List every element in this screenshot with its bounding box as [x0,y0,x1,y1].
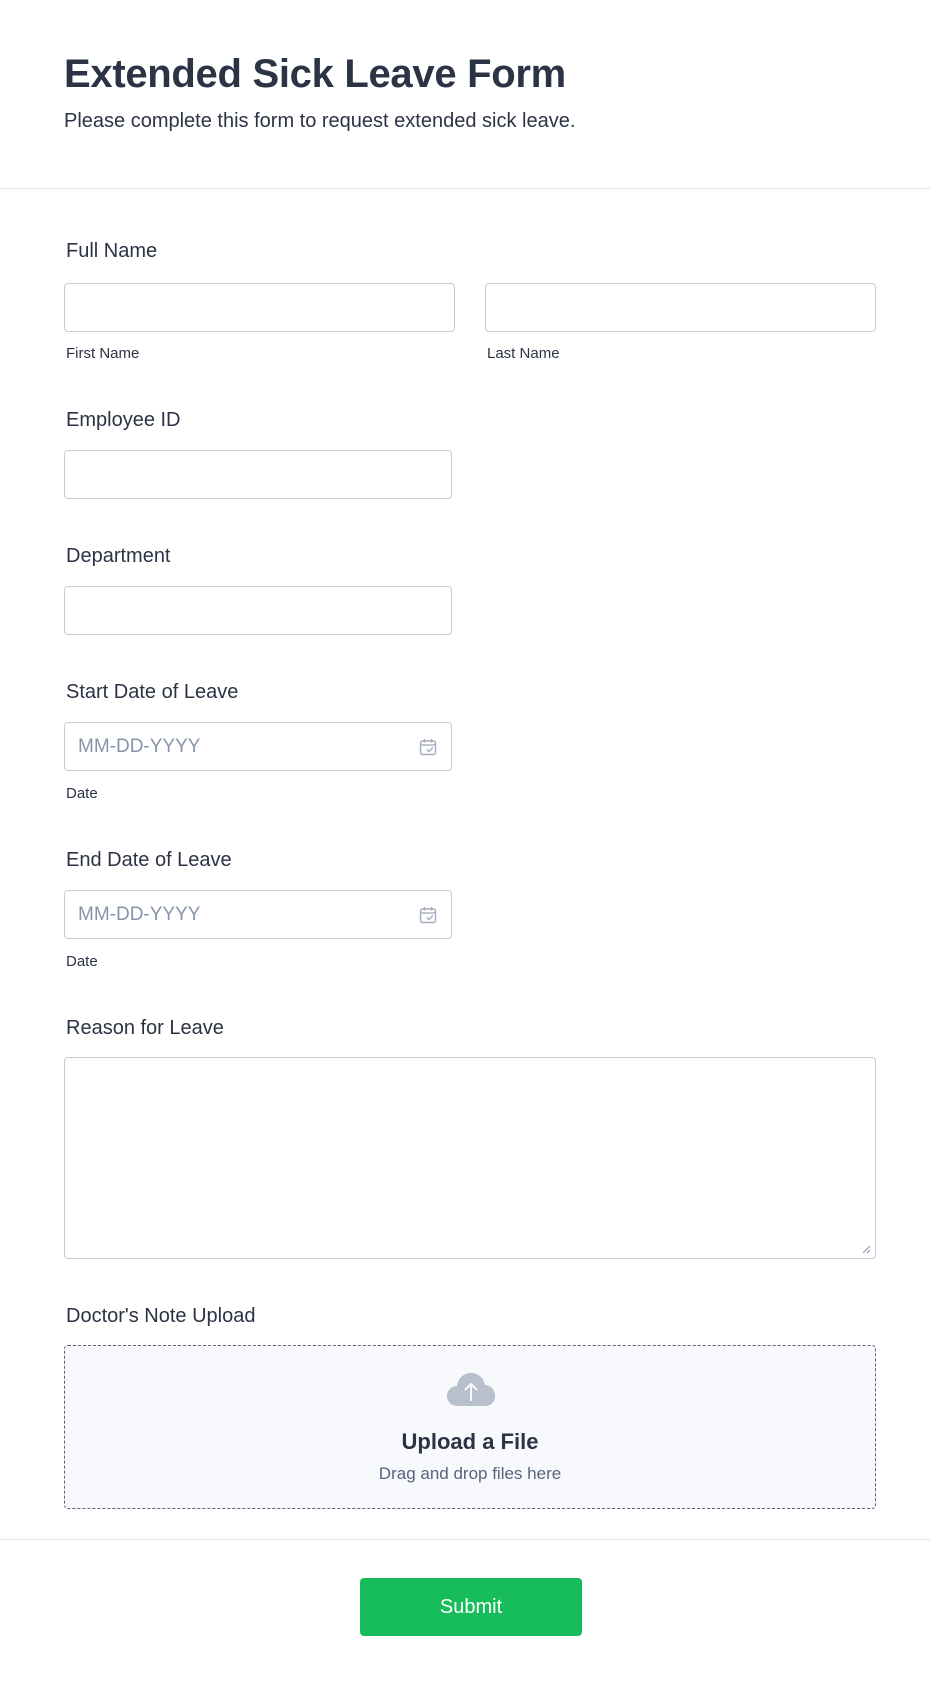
employee-id-input[interactable] [64,450,452,499]
full-name-label: Full Name [66,240,158,262]
file-upload-dropzone[interactable]: Upload a File Drag and drop files here [64,1345,876,1509]
reason-textarea[interactable] [64,1057,876,1259]
doctors-note-label: Doctor's Note Upload [66,1305,256,1327]
calendar-icon[interactable] [419,738,437,756]
last-name-input[interactable] [485,283,876,332]
employee-id-label: Employee ID [66,409,181,431]
start-date-sublabel: Date [66,785,98,802]
page-title: Extended Sick Leave Form [64,52,566,96]
upload-title: Upload a File [401,1429,539,1454]
calendar-icon[interactable] [419,906,437,924]
reason-label: Reason for Leave [66,1017,224,1039]
footer-divider [0,1539,930,1540]
start-date-label: Start Date of Leave [66,681,239,703]
end-date-placeholder: MM-DD-YYYY [78,904,201,925]
form-header: Extended Sick Leave Form Please complete… [0,0,930,189]
department-input[interactable] [64,586,452,635]
cloud-upload-icon [447,1373,495,1406]
upload-subtitle: Drag and drop files here [378,1464,562,1483]
resize-handle-icon[interactable] [862,1245,871,1254]
end-date-input[interactable]: MM-DD-YYYY [64,890,452,939]
end-date-sublabel: Date [66,953,98,970]
page-subtitle: Please complete this form to request ext… [64,110,576,132]
end-date-label: End Date of Leave [66,849,232,871]
first-name-sublabel: First Name [66,345,140,362]
start-date-input[interactable]: MM-DD-YYYY [64,722,452,771]
first-name-input[interactable] [64,283,455,332]
start-date-placeholder: MM-DD-YYYY [78,736,201,757]
last-name-sublabel: Last Name [487,345,560,362]
department-label: Department [66,545,171,567]
submit-button[interactable]: Submit [360,1578,582,1636]
